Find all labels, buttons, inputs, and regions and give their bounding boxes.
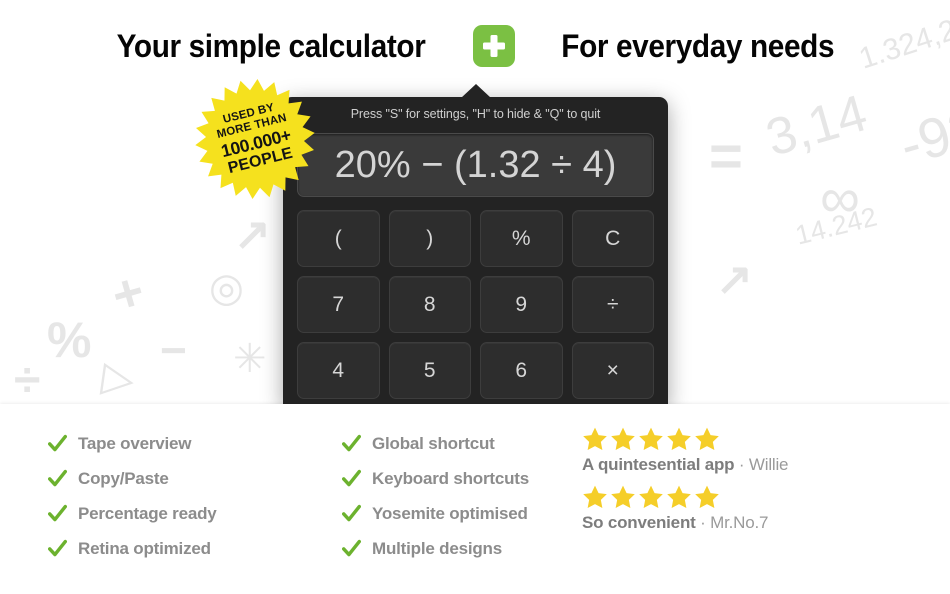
review-author: Willie xyxy=(748,455,789,474)
decoration-glyph: -93 xyxy=(892,94,950,177)
feature-label: Keyboard shortcuts xyxy=(372,468,529,488)
star-rating xyxy=(582,484,950,510)
decoration-glyph: − xyxy=(160,324,187,376)
feature-label: Yosemite optimised xyxy=(372,503,528,523)
reviews-column: A quintesential app · Willie So convenien… xyxy=(580,426,950,594)
decoration-glyph: = xyxy=(709,124,743,189)
feature-item: Global shortcut xyxy=(342,426,580,461)
star-icon xyxy=(639,427,663,451)
decoration-glyph: + xyxy=(105,261,151,327)
decoration-glyph: ↗ xyxy=(234,210,271,259)
calculator-key[interactable]: % xyxy=(480,210,563,267)
feature-item: Percentage ready xyxy=(48,496,290,531)
check-icon xyxy=(48,434,67,452)
calculator-key[interactable]: ) xyxy=(388,210,471,267)
calculator-key[interactable]: 7 xyxy=(297,276,380,333)
calculator-key[interactable]: 5 xyxy=(388,342,471,399)
review-text: A quintesential app · Willie xyxy=(582,455,950,475)
star-icon xyxy=(611,427,635,451)
headline-row: Your simple calculator For everyday need… xyxy=(0,16,950,76)
review-separator: · xyxy=(695,513,711,532)
headline-right: For everyday needs xyxy=(561,27,835,64)
calculator-key[interactable]: 8 xyxy=(388,276,471,333)
calculator-key[interactable]: 9 xyxy=(480,276,563,333)
calculator-window: Press "S" for settings, "H" to hide & "Q… xyxy=(283,84,668,407)
calculator-key[interactable]: ÷ xyxy=(571,276,654,333)
review-separator: · xyxy=(734,455,749,474)
feature-item: Retina optimized xyxy=(48,531,290,566)
feature-label: Copy/Paste xyxy=(78,468,169,488)
feature-item: Keyboard shortcuts xyxy=(342,461,580,496)
feature-column-1: Tape overview Copy/Paste Percentage ready R… xyxy=(0,426,290,594)
decoration-glyph: 3,14 xyxy=(759,84,874,168)
star-icon xyxy=(639,485,663,509)
star-icon xyxy=(667,485,691,509)
calculator-keypad: ()% C 7 8 9 ÷ 4 5 6 × xyxy=(297,210,654,399)
calculator-hint: Press "S" for settings, "H" to hide & "Q… xyxy=(350,107,601,121)
review-quote: So convenient xyxy=(582,513,696,532)
review-text: So convenient · Mr.No.7 xyxy=(582,513,950,533)
star-icon xyxy=(667,427,691,451)
feature-item: Multiple designs xyxy=(342,531,580,566)
check-icon xyxy=(342,434,361,452)
decoration-glyph: 14.242 xyxy=(792,201,880,251)
check-icon xyxy=(342,539,361,557)
calculator-key[interactable]: 4 xyxy=(297,342,380,399)
feature-item: Copy/Paste xyxy=(48,461,290,496)
plus-icon xyxy=(473,25,516,67)
check-icon xyxy=(342,504,361,522)
calculator-key[interactable]: C xyxy=(571,210,654,267)
decoration-glyph: ◎ xyxy=(209,266,244,310)
review-item: A quintesential app · Willie xyxy=(582,426,950,475)
star-icon xyxy=(695,485,719,509)
calculator-pointer xyxy=(460,84,491,98)
star-icon xyxy=(583,427,607,451)
decoration-glyph: ✳ xyxy=(233,337,267,381)
feature-label: Multiple designs xyxy=(372,538,502,558)
feature-label: Retina optimized xyxy=(78,538,211,558)
star-icon xyxy=(583,485,607,509)
check-icon xyxy=(48,539,67,557)
star-rating xyxy=(582,426,950,452)
decoration-glyph: ↗ xyxy=(716,255,753,304)
review-author: Mr.No.7 xyxy=(710,513,769,532)
review-item: So convenient · Mr.No.7 xyxy=(582,484,950,533)
calculator-display-value: 20% − (1.32 ÷ 4) xyxy=(334,143,617,186)
decoration-glyph: ▷ xyxy=(98,351,138,404)
feature-label: Percentage ready xyxy=(78,503,217,523)
check-icon xyxy=(342,469,361,487)
feature-item: Yosemite optimised xyxy=(342,496,580,531)
review-quote: A quintesential app xyxy=(582,455,735,474)
decoration-glyph: % xyxy=(47,312,92,368)
feature-item: Tape overview xyxy=(48,426,290,461)
feature-column-2: Global shortcut Keyboard shortcuts Yosemit… xyxy=(290,426,580,594)
calculator-key[interactable]: ( xyxy=(297,210,380,267)
calculator-key[interactable]: 6 xyxy=(480,342,563,399)
calculator-display: 20% − (1.32 ÷ 4) xyxy=(297,133,654,197)
feature-label: Tape overview xyxy=(78,433,192,453)
feature-panel: Tape overview Copy/Paste Percentage ready R… xyxy=(0,404,950,594)
check-icon xyxy=(48,504,67,522)
check-icon xyxy=(48,469,67,487)
decoration-glyph: ÷ xyxy=(14,354,41,407)
promo-banner: 1.324,2 3,14 -93 = ∞ 14.242 ↗ ↗ +% − ÷ ▷ ✳ ◎ Your sim… xyxy=(0,0,950,594)
star-icon xyxy=(695,427,719,451)
headline-left: Your simple calculator xyxy=(116,27,426,64)
feature-label: Global shortcut xyxy=(372,433,495,453)
calculator-key[interactable]: × xyxy=(571,342,654,399)
star-icon xyxy=(611,485,635,509)
